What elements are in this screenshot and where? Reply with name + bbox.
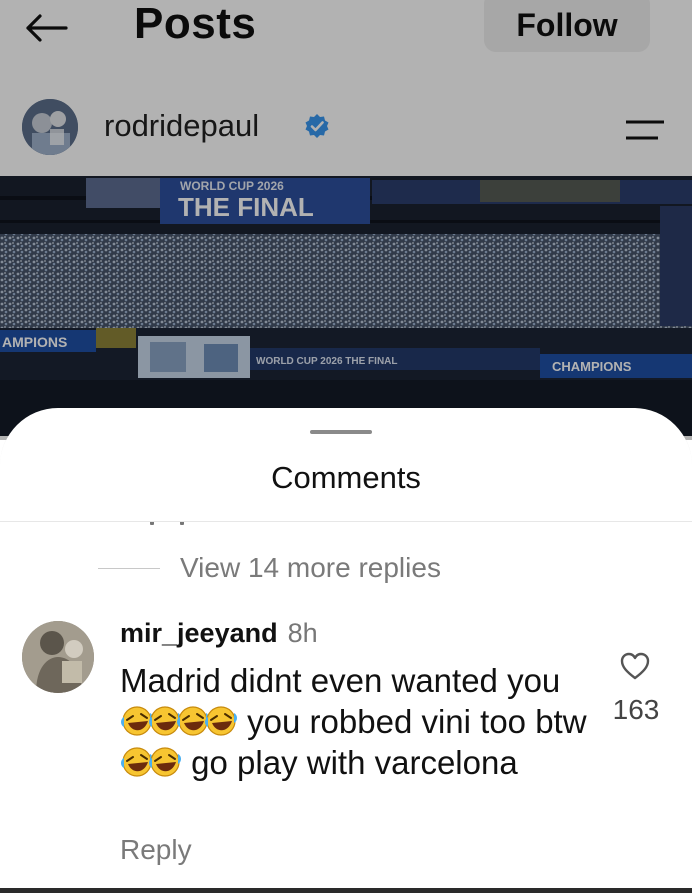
view-more-replies-label: View 14 more replies <box>180 552 441 583</box>
author-username[interactable]: rodridepaul <box>104 108 259 144</box>
avatar-image <box>22 99 78 155</box>
replies-thread-line <box>98 567 160 569</box>
arrow-left-icon <box>26 14 68 42</box>
back-button[interactable] <box>22 8 70 48</box>
sheet-drag-handle[interactable] <box>310 430 372 434</box>
post-author-row: rodridepaul <box>0 88 692 176</box>
comments-sheet: Comments View 14 more replies mir_jeeyan… <box>0 408 692 893</box>
comment-timestamp: 8h <box>287 618 318 648</box>
banner-right: CHAMPIONS <box>552 359 632 374</box>
comment-text-part2: you robbed vini too btw <box>247 703 587 740</box>
comment-text-part3: go play with varcelona <box>191 744 518 781</box>
banner-middle: WORLD CUP 2026 THE FINAL <box>256 356 398 367</box>
emoji-group-2 <box>120 744 191 781</box>
heart-icon <box>620 652 650 680</box>
stadium-image: WORLD CUP 2026 THE FINAL AMPIONS WORLD C… <box>0 176 692 436</box>
reply-button[interactable]: Reply <box>120 834 192 866</box>
commenter-username[interactable]: mir_jeeyand <box>120 618 278 649</box>
banner-left: AMPIONS <box>2 334 67 350</box>
comment-item: mir_jeeyand 8h Madrid didnt even wanted … <box>0 618 692 888</box>
comment-text-part1: Madrid didnt even wanted you <box>120 662 561 699</box>
view-more-replies-button[interactable]: View 14 more replies <box>98 548 441 588</box>
like-count: 163 <box>612 694 660 725</box>
verified-badge-icon <box>305 114 329 138</box>
commenter-avatar-image <box>22 621 94 693</box>
comment-body: Madrid didnt even wanted you you robbed … <box>120 660 590 783</box>
rolling-laughing-emoji-icon <box>205 706 237 736</box>
rolling-laughing-emoji-icon <box>149 747 181 777</box>
top-bar: Posts Follow <box>0 0 692 72</box>
commenter-avatar[interactable] <box>22 621 94 693</box>
sheet-title: Comments <box>271 460 421 495</box>
banner-top-main: THE FINAL <box>178 192 314 222</box>
emoji-group-1 <box>120 703 247 740</box>
like-button[interactable] <box>616 648 654 684</box>
sheet-divider <box>0 521 692 522</box>
bottom-edge <box>0 888 692 893</box>
post-photo[interactable]: WORLD CUP 2026 THE FINAL AMPIONS WORLD C… <box>0 176 692 436</box>
comment-header: mir_jeeyand 8h <box>120 618 318 654</box>
author-avatar[interactable] <box>22 99 78 155</box>
banner-top-line: WORLD CUP 2026 <box>180 179 284 193</box>
follow-button[interactable]: Follow <box>484 0 650 52</box>
clipped-reply-text <box>150 512 210 526</box>
more-options-icon[interactable] <box>622 116 666 144</box>
page-title: Posts <box>134 0 257 48</box>
